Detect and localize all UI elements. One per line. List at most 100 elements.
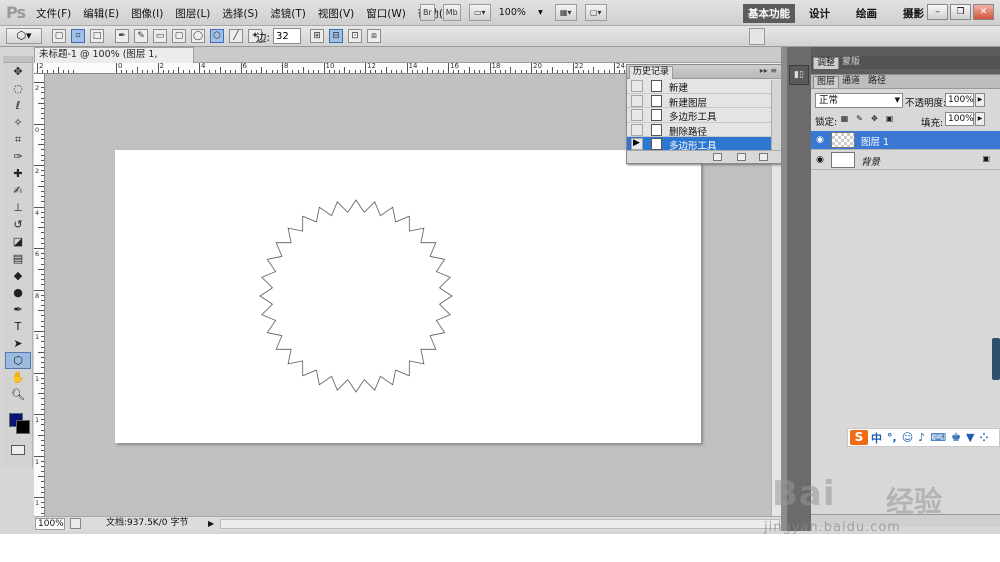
menu-layer[interactable]: 图层(L) xyxy=(175,6,210,21)
blur-tool-icon[interactable]: ◆ xyxy=(5,267,31,284)
workspace-essentials[interactable]: 基本功能 xyxy=(743,4,795,23)
snapshot-icon[interactable] xyxy=(737,153,746,161)
side-panel-handle[interactable] xyxy=(992,338,1000,380)
menu-image[interactable]: 图像(I) xyxy=(131,6,163,21)
brush-tool-icon[interactable]: ✍ xyxy=(5,182,31,199)
lock-all-icon[interactable]: ▣ xyxy=(885,114,894,124)
tool-preset-picker[interactable]: ⬡▾ xyxy=(6,28,42,44)
visibility-eye-icon[interactable]: ◉ xyxy=(813,153,827,167)
history-scrollbar[interactable] xyxy=(771,80,781,152)
toolbar-grip[interactable] xyxy=(3,56,32,63)
history-item[interactable]: 新建图层 xyxy=(627,94,781,109)
tab-adjustments[interactable]: 调整 xyxy=(813,57,840,69)
microphone-icon[interactable]: ♪ xyxy=(918,431,925,444)
fill-field[interactable]: 100% xyxy=(945,112,974,126)
tab-layers[interactable]: 图层 xyxy=(813,76,840,88)
document-canvas[interactable] xyxy=(115,150,701,443)
history-source-checkbox[interactable] xyxy=(631,80,643,92)
tab-paths[interactable]: 路径 xyxy=(865,76,889,88)
mini-bridge-button[interactable]: Mb xyxy=(442,4,461,21)
history-source-checkbox[interactable] xyxy=(631,109,643,121)
menu-filter[interactable]: 滤镜(T) xyxy=(270,6,306,21)
history-item[interactable]: 删除路径 xyxy=(627,123,781,138)
tab-channels[interactable]: 通道 xyxy=(839,76,863,88)
clone-stamp-icon[interactable]: ⊥ xyxy=(5,199,31,216)
exclude-path-icon[interactable]: ⧈ xyxy=(367,29,381,43)
new-document-from-state-icon[interactable] xyxy=(713,153,722,161)
bridge-button[interactable]: Br xyxy=(420,4,435,21)
status-info-icon[interactable] xyxy=(70,518,81,529)
opacity-slider-arrow-icon[interactable]: ▶ xyxy=(975,93,985,107)
shape-layers-icon[interactable]: ▢ xyxy=(52,29,66,43)
rectangle-shape-icon[interactable]: ▭ xyxy=(153,29,167,43)
ime-mode[interactable]: 中 xyxy=(871,430,882,446)
background-color-swatch[interactable] xyxy=(16,420,30,434)
arrange-documents-button[interactable]: ▦▾ xyxy=(554,4,577,21)
lock-position-icon[interactable]: ✥ xyxy=(870,114,879,124)
history-source-checkbox[interactable] xyxy=(631,123,643,136)
fill-pixels-icon[interactable]: □ xyxy=(90,29,104,43)
history-brush-icon[interactable]: ↺ xyxy=(5,216,31,233)
quick-mask-icon[interactable] xyxy=(11,445,25,455)
paths-icon[interactable]: ⌗ xyxy=(71,29,85,43)
polygon-tool-icon[interactable]: ⬡ xyxy=(5,352,31,369)
path-select-tool-icon[interactable]: ➤ xyxy=(5,335,31,352)
ime-punct[interactable]: °, xyxy=(887,431,897,444)
blend-mode-select[interactable]: 正常 ▼ xyxy=(815,93,903,108)
settings-icon[interactable]: ⁘ xyxy=(979,431,988,444)
history-item[interactable]: 新建 xyxy=(627,79,781,94)
status-menu-arrow-icon[interactable]: ▶ xyxy=(208,517,214,530)
menu-edit[interactable]: 编辑(E) xyxy=(83,6,119,21)
ellipse-shape-icon[interactable]: ◯ xyxy=(191,29,205,43)
tab-masks[interactable]: 蒙版 xyxy=(839,57,863,69)
workspace-design[interactable]: 设计 xyxy=(809,6,830,21)
history-panel-icon[interactable]: ▮▯ xyxy=(789,65,809,85)
workspace-photography[interactable]: 摄影 xyxy=(903,6,924,21)
move-tool-icon[interactable]: ✥ xyxy=(5,63,31,80)
subtract-path-icon[interactable]: ⊟ xyxy=(329,29,343,43)
delete-state-icon[interactable] xyxy=(759,153,768,161)
zoom-level-dropdown[interactable]: 100% xyxy=(499,7,526,18)
dodge-tool-icon[interactable]: ● xyxy=(5,284,31,301)
zoom-dropdown-arrow-icon[interactable]: ▾ xyxy=(538,7,543,18)
zoom-tool-icon[interactable]: 🔍︎ xyxy=(5,386,31,403)
lock-image-icon[interactable]: ✎ xyxy=(855,114,864,124)
sogou-logo[interactable]: S xyxy=(850,430,868,445)
history-source-checkbox[interactable] xyxy=(631,94,643,107)
restore-icon[interactable]: ❐ xyxy=(950,4,971,20)
line-shape-icon[interactable]: ╱ xyxy=(229,29,243,43)
menu-select[interactable]: 选择(S) xyxy=(222,6,258,21)
polygon-shape-icon[interactable]: ⬡ xyxy=(210,29,224,43)
fill-slider-arrow-icon[interactable]: ▶ xyxy=(975,112,985,126)
minimize-icon[interactable]: – xyxy=(927,4,948,20)
menu-window[interactable]: 窗口(W) xyxy=(366,6,406,21)
rounded-rectangle-icon[interactable]: ▢ xyxy=(172,29,186,43)
opacity-field[interactable]: 100% xyxy=(945,93,974,107)
eyedropper-tool-icon[interactable]: ✑ xyxy=(5,148,31,165)
visibility-eye-icon[interactable]: ◉ xyxy=(813,133,827,147)
document-tab[interactable]: 未标题-1 @ 100% (图层 1, RGB/8) *× xyxy=(34,47,194,74)
layer-row-background[interactable]: ◉ 背景 ▣ xyxy=(811,151,1000,170)
panel-toggle-button[interactable] xyxy=(749,28,765,45)
add-to-path-icon[interactable]: ⊞ xyxy=(310,29,324,43)
intersect-path-icon[interactable]: ⊡ xyxy=(348,29,362,43)
skin-icon[interactable]: ♚ xyxy=(951,431,961,444)
hand-tool-icon[interactable]: ✋ xyxy=(5,369,31,386)
workspace-painting[interactable]: 绘画 xyxy=(856,6,877,21)
sides-input[interactable] xyxy=(273,28,301,44)
freeform-pen-icon[interactable]: ✎ xyxy=(134,29,148,43)
crop-tool-icon[interactable]: ⌗ xyxy=(5,131,31,148)
gradient-tool-icon[interactable]: ▤ xyxy=(5,250,31,267)
history-item[interactable]: 多边形工具 xyxy=(627,108,781,123)
horizontal-scrollbar[interactable] xyxy=(220,519,780,529)
panel-menu-icon[interactable]: ▸▸ ≡ xyxy=(760,66,777,75)
eraser-tool-icon[interactable]: ◪ xyxy=(5,233,31,250)
screen-mode-button[interactable]: ▢▾ xyxy=(584,4,607,21)
type-tool-icon[interactable]: T xyxy=(5,318,31,335)
marquee-tool-icon[interactable]: ◌ xyxy=(5,80,31,97)
keyboard-icon[interactable]: ⌨ xyxy=(930,431,946,444)
healing-brush-icon[interactable]: ✚ xyxy=(5,165,31,182)
pen-tool-icon[interactable]: ✒ xyxy=(115,29,129,43)
lock-transparency-icon[interactable]: ▦ xyxy=(840,114,849,124)
menu-file[interactable]: 文件(F) xyxy=(36,6,71,21)
